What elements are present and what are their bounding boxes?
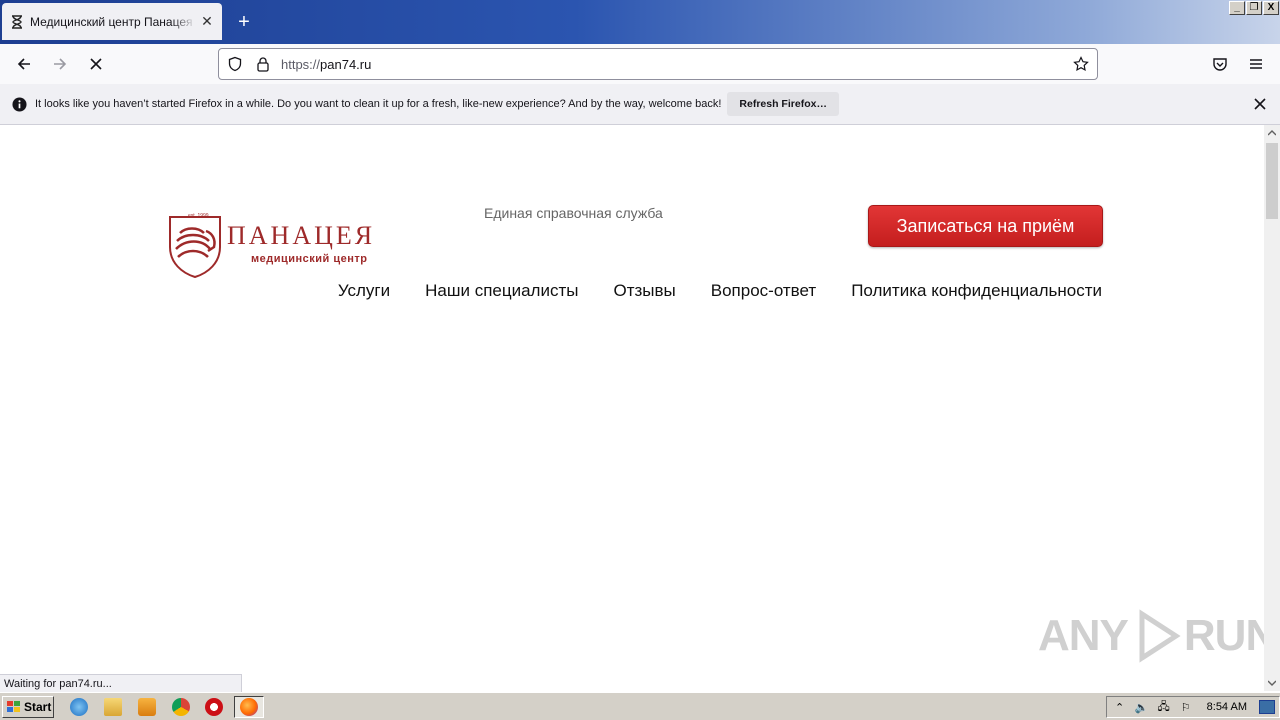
hotline-label: Единая справочная служба: [484, 205, 663, 221]
status-bar: Waiting for pan74.ru...: [0, 674, 242, 692]
media-player-icon[interactable]: [138, 698, 156, 716]
clock[interactable]: 8:54 AM: [1207, 701, 1247, 713]
firefox-icon: [240, 698, 258, 716]
play-icon: [1139, 609, 1181, 663]
info-icon: [12, 96, 27, 112]
title-bar: Медицинский центр Панацея в Челябинске ✕…: [0, 0, 1280, 44]
volume-icon[interactable]: 🔈: [1135, 700, 1149, 714]
nav-toolbar: https://pan74.ru: [0, 44, 1280, 84]
folder-icon[interactable]: [104, 698, 122, 716]
pocket-button[interactable]: [1206, 50, 1234, 78]
close-window-button[interactable]: X: [1263, 1, 1279, 15]
book-appointment-button[interactable]: Записаться на приём: [868, 205, 1103, 247]
tab-title: Медицинский центр Панацея в Челябинске: [30, 14, 196, 29]
refresh-firefox-button[interactable]: Refresh Firefox…: [727, 92, 839, 116]
tab-close-icon[interactable]: ✕: [200, 13, 214, 30]
notification-bar: It looks like you haven’t started Firefo…: [0, 84, 1280, 125]
logo-emblem-icon: [169, 216, 221, 279]
stop-button[interactable]: [82, 50, 110, 78]
opera-icon[interactable]: [205, 698, 223, 716]
restore-button[interactable]: ❐: [1246, 1, 1262, 15]
start-button[interactable]: Start: [2, 696, 54, 718]
forward-button[interactable]: [46, 50, 74, 78]
logo-est: est. 1999: [188, 213, 209, 219]
page-scrollbar[interactable]: [1264, 125, 1280, 691]
new-tab-button[interactable]: +: [232, 10, 256, 34]
arrow-right-icon: [54, 58, 67, 70]
hamburger-icon: [1250, 59, 1262, 69]
menu-item-faq[interactable]: Вопрос-ответ: [711, 281, 816, 301]
scroll-thumb[interactable]: [1266, 143, 1278, 219]
internet-explorer-icon[interactable]: [70, 698, 88, 716]
taskbar-firefox[interactable]: [234, 696, 264, 718]
close-icon: [90, 58, 102, 70]
taskbar: Start ⌃ 🔈 🖧 ⚐ 8:54 AM: [0, 692, 1280, 720]
tab-active[interactable]: Медицинский центр Панацея в Челябинске ✕: [2, 3, 222, 40]
pocket-icon: [1213, 58, 1227, 71]
tray-expand-icon[interactable]: ⌃: [1113, 700, 1127, 714]
close-icon[interactable]: [1252, 96, 1268, 112]
menu-item-services[interactable]: Услуги: [338, 281, 390, 301]
anyrun-watermark: ANY RUN: [1038, 608, 1277, 664]
back-button[interactable]: [10, 50, 38, 78]
chrome-icon[interactable]: [172, 698, 190, 716]
arrow-left-icon: [17, 58, 30, 70]
flag-icon[interactable]: ⚐: [1179, 700, 1193, 714]
menu-button[interactable]: [1242, 50, 1270, 78]
scroll-down-arrow-icon[interactable]: [1264, 675, 1280, 691]
shield-icon[interactable]: [221, 50, 249, 78]
windows-logo-icon: [7, 701, 20, 712]
main-menu: Услуги Наши специалисты Отзывы Вопрос-от…: [338, 281, 1102, 301]
window-controls: _ ❐ X: [1228, 1, 1279, 15]
menu-item-privacy[interactable]: Политика конфиденциальности: [851, 281, 1102, 301]
menu-item-reviews[interactable]: Отзывы: [613, 281, 675, 301]
star-icon[interactable]: [1067, 50, 1095, 78]
system-tray: ⌃ 🔈 🖧 ⚐ 8:54 AM: [1106, 696, 1280, 718]
logo-subtitle: медицинский центр: [251, 253, 368, 265]
show-desktop-icon[interactable]: [1259, 700, 1275, 714]
scroll-up-arrow-icon[interactable]: [1264, 125, 1280, 141]
web-page: est. 1999 ПАНАЦЕЯ медицинский центр Един…: [0, 125, 1264, 691]
notification-message: It looks like you haven’t started Firefo…: [35, 98, 722, 110]
hourglass-icon: [10, 14, 24, 29]
url-text[interactable]: https://pan74.ru: [281, 57, 1067, 72]
logo-name: ПАНАЦЕЯ: [227, 221, 376, 250]
site-logo[interactable]: est. 1999 ПАНАЦЕЯ медицинский центр: [166, 211, 391, 279]
minimize-button[interactable]: _: [1229, 1, 1245, 15]
network-icon[interactable]: 🖧: [1157, 700, 1171, 714]
lock-icon[interactable]: [249, 50, 277, 78]
menu-item-specialists[interactable]: Наши специалисты: [425, 281, 578, 301]
url-bar[interactable]: https://pan74.ru: [218, 48, 1098, 80]
